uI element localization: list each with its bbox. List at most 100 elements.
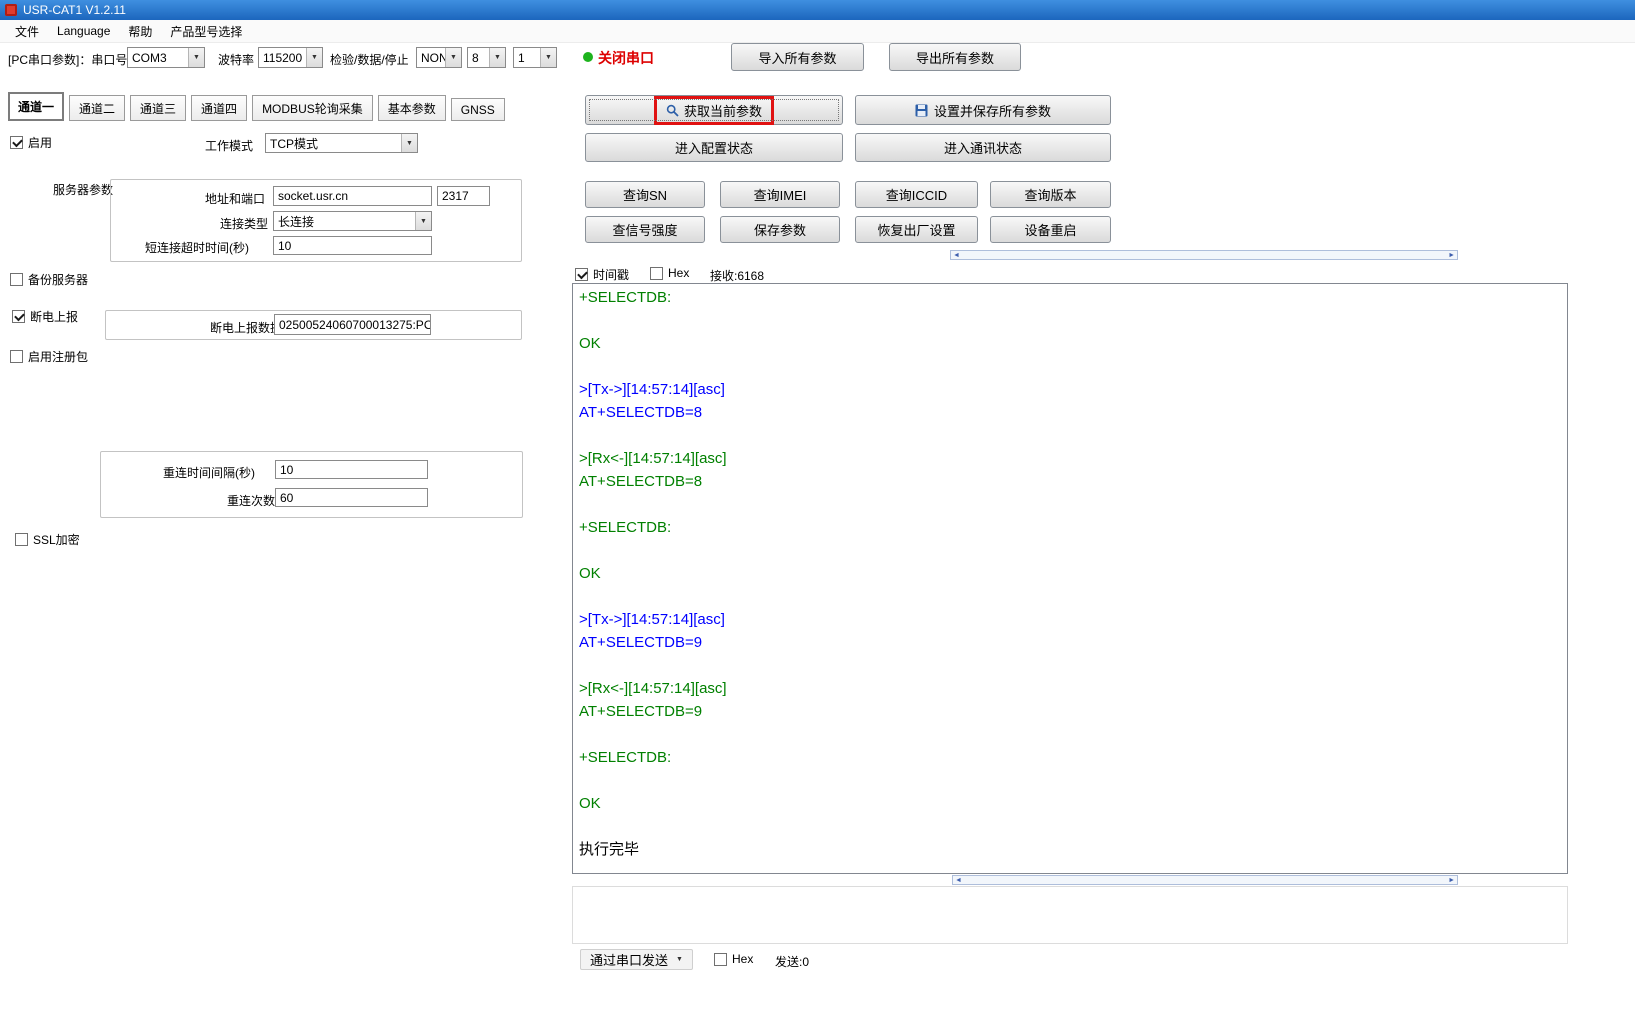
query-iccid-button[interactable]: 查询ICCID <box>855 181 978 208</box>
log-line: OK <box>579 332 1561 355</box>
ssl-label: SSL加密 <box>33 531 80 548</box>
baud-select[interactable]: 115200 ▼ <box>258 47 323 68</box>
send-hex-label: Hex <box>732 952 753 966</box>
stopbits-select[interactable]: 1 ▼ <box>513 47 557 68</box>
power-off-data-input[interactable]: 02500524060700013275:PO <box>274 314 431 335</box>
upper-hscrollbar[interactable]: ◄ ► <box>950 250 1458 260</box>
factory-reset-button[interactable]: 恢复出厂设置 <box>855 216 978 243</box>
com-port-select[interactable]: COM3 ▼ <box>127 47 205 68</box>
reconnect-count-label: 重连次数 <box>227 492 275 509</box>
tab[interactable]: GNSS <box>451 98 505 121</box>
tab[interactable]: 通道一 <box>8 92 64 121</box>
tab[interactable]: 通道三 <box>130 95 186 121</box>
enable-checkbox[interactable]: 启用 <box>10 134 52 151</box>
query-sn-button[interactable]: 查询SN <box>585 181 705 208</box>
enter-config-button[interactable]: 进入配置状态 <box>585 133 843 162</box>
close-port-button[interactable]: 关闭串口 <box>598 48 654 68</box>
scroll-left-icon[interactable]: ◄ <box>955 877 962 884</box>
timestamp-checkbox[interactable]: 时间戳 <box>575 266 629 283</box>
enter-comm-button[interactable]: 进入通讯状态 <box>855 133 1111 162</box>
query-imei-button[interactable]: 查询IMEI <box>720 181 840 208</box>
get-current-params-label: 获取当前参数 <box>684 101 762 120</box>
address-input[interactable]: socket.usr.cn <box>273 186 432 206</box>
reconnect-count-input[interactable]: 60 <box>275 488 428 507</box>
send-input-area[interactable] <box>572 886 1568 944</box>
tab[interactable]: MODBUS轮询采集 <box>252 95 373 121</box>
log-line <box>579 654 1561 677</box>
query-signal-button[interactable]: 查信号强度 <box>585 216 705 243</box>
send-hex-checkbox[interactable]: Hex <box>714 952 753 966</box>
log-line: AT+SELECTDB=9 <box>579 700 1561 723</box>
parity-select[interactable]: NONI ▼ <box>416 47 462 68</box>
power-off-report-checkbox[interactable]: 断电上报 <box>12 308 78 325</box>
log-line: >[Tx->][14:57:14][asc] <box>579 378 1561 401</box>
tab[interactable]: 通道二 <box>69 95 125 121</box>
ssl-checkbox[interactable]: SSL加密 <box>15 531 80 548</box>
checkbox-box <box>714 953 727 966</box>
short-timeout-label: 短连接超时时间(秒) <box>145 239 249 256</box>
lower-hscrollbar[interactable]: ◄ ► <box>952 875 1458 885</box>
title-bar: USR-CAT1 V1.2.11 <box>0 0 1635 20</box>
reconnect-interval-input[interactable]: 10 <box>275 460 428 479</box>
timestamp-label: 时间戳 <box>593 266 629 283</box>
import-params-button[interactable]: 导入所有参数 <box>731 43 864 71</box>
red-highlight-box: 获取当前参数 <box>654 96 774 125</box>
log-line: OK <box>579 792 1561 815</box>
log-line: OK <box>579 562 1561 585</box>
checkbox-box <box>12 310 25 323</box>
log-line: +SELECTDB: <box>579 286 1561 309</box>
query-version-button[interactable]: 查询版本 <box>990 181 1111 208</box>
log-line <box>579 723 1561 746</box>
device-restart-button[interactable]: 设备重启 <box>990 216 1111 243</box>
register-pack-checkbox[interactable]: 启用注册包 <box>10 348 88 365</box>
log-line <box>579 539 1561 562</box>
power-off-report-label: 断电上报 <box>30 308 78 325</box>
chevron-down-icon: ▼ <box>676 956 683 963</box>
backup-server-checkbox[interactable]: 备份服务器 <box>10 271 88 288</box>
databits-select[interactable]: 8 ▼ <box>467 47 506 68</box>
tab[interactable]: 基本参数 <box>378 95 446 121</box>
menu-item[interactable]: 产品型号选择 <box>161 20 251 43</box>
app-icon <box>5 4 17 16</box>
menu-item[interactable]: 文件 <box>6 20 48 43</box>
set-save-all-button[interactable]: 设置并保存所有参数 <box>855 95 1111 125</box>
export-params-button[interactable]: 导出所有参数 <box>889 43 1021 71</box>
conn-type-value: 长连接 <box>274 212 415 230</box>
short-timeout-input[interactable]: 10 <box>273 236 432 255</box>
window-title: USR-CAT1 V1.2.11 <box>23 3 126 17</box>
enable-label: 启用 <box>28 134 52 151</box>
port-input[interactable]: 2317 <box>437 186 490 206</box>
get-current-params-button[interactable]: 获取当前参数 <box>585 95 843 125</box>
send-mode-label: 通过串口发送 <box>590 950 668 969</box>
checkbox-box <box>10 273 23 286</box>
port-status-icon <box>583 52 593 62</box>
log-line: >[Rx<-][14:57:14][asc] <box>579 677 1561 700</box>
tab[interactable]: 通道四 <box>191 95 247 121</box>
server-group-title: 服务器参数 <box>53 181 113 198</box>
menu-item[interactable]: Language <box>48 21 119 41</box>
com-port-value: COM3 <box>128 48 188 67</box>
receive-hex-checkbox[interactable]: Hex <box>650 266 689 280</box>
conn-type-select[interactable]: 长连接 ▼ <box>273 211 432 231</box>
chevron-down-icon: ▼ <box>489 48 505 67</box>
chevron-down-icon: ▼ <box>401 134 417 152</box>
address-label: 地址和端口 <box>205 190 265 207</box>
save-params-button[interactable]: 保存参数 <box>720 216 840 243</box>
log-line: >[Rx<-][14:57:14][asc] <box>579 447 1561 470</box>
log-line <box>579 493 1561 516</box>
scroll-right-icon[interactable]: ► <box>1448 877 1455 884</box>
scroll-left-icon[interactable]: ◄ <box>953 252 960 259</box>
set-save-all-label: 设置并保存所有参数 <box>934 101 1051 120</box>
parity-label: 检验/数据/停止 <box>330 51 409 68</box>
work-mode-value: TCP模式 <box>266 134 401 152</box>
parity-value: NONI <box>417 48 445 67</box>
serial-params-label: [PC串口参数]：串口号 <box>8 51 127 68</box>
log-line <box>579 309 1561 332</box>
work-mode-select[interactable]: TCP模式 ▼ <box>265 133 418 153</box>
scroll-right-icon[interactable]: ► <box>1448 252 1455 259</box>
menu-item[interactable]: 帮助 <box>119 20 161 43</box>
conn-type-label: 连接类型 <box>220 215 268 232</box>
send-mode-button[interactable]: 通过串口发送 ▼ <box>580 949 693 970</box>
serial-log[interactable]: +SELECTDB: OK >[Tx->][14:57:14][asc] AT+SEL… <box>572 283 1568 874</box>
work-mode-label: 工作模式 <box>205 137 253 154</box>
